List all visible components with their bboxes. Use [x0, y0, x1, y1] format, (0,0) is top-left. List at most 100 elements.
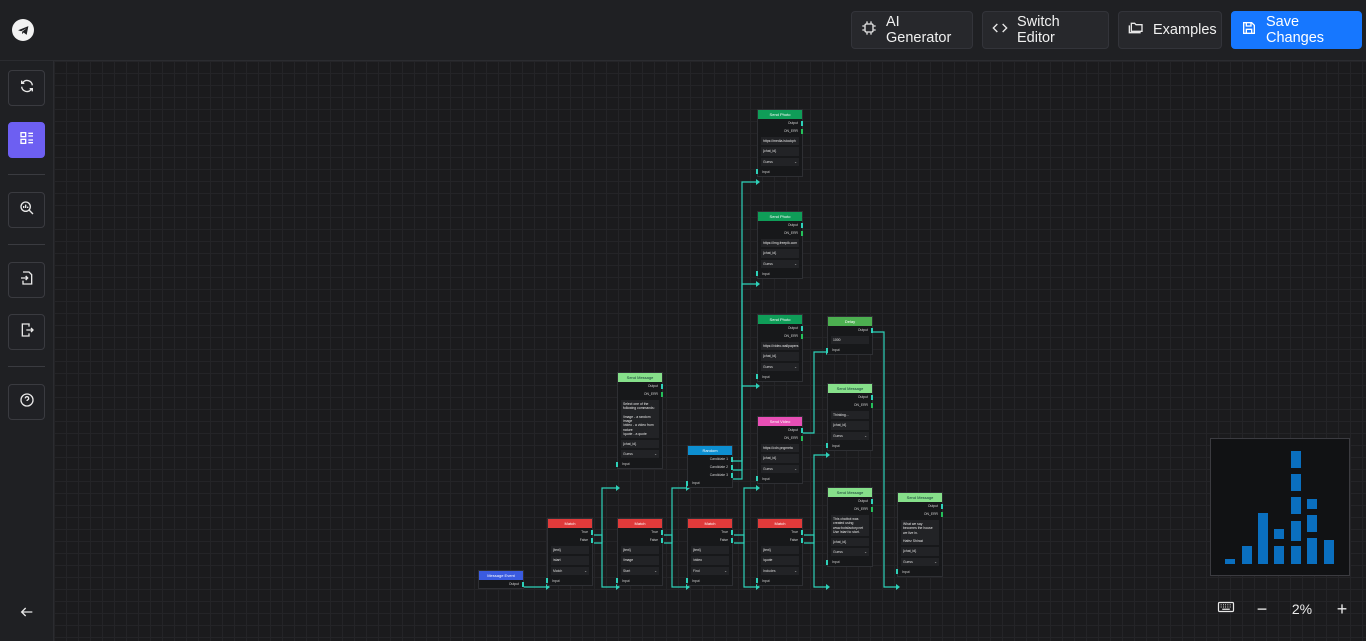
- node-field[interactable]: {chat_id}: [761, 249, 799, 258]
- match-node[interactable]: Match True False {text} /image Start ⌄ In…: [616, 518, 663, 586]
- node-field[interactable]: {chat_id}: [831, 538, 869, 547]
- node-select[interactable]: Guess ⌄: [761, 259, 799, 268]
- search-chart-button[interactable]: [8, 192, 45, 228]
- match-node[interactable]: Match True False {text} /video Find ⌄ Inp…: [686, 518, 733, 586]
- node-field[interactable]: {chat_id}: [901, 547, 939, 556]
- import-button[interactable]: [8, 262, 45, 298]
- node-port: Output: [828, 326, 873, 334]
- node-field[interactable]: {chat_id}: [621, 440, 659, 449]
- zoom-in-button[interactable]: +: [1324, 592, 1360, 626]
- send-message-node[interactable]: Send Message Output ON_ERR Select one of…: [616, 372, 663, 470]
- node-field[interactable]: Thinking...: [831, 411, 869, 420]
- refresh-button[interactable]: [8, 70, 45, 106]
- select-value: Start: [623, 568, 631, 573]
- node-field[interactable]: https://media.istockph: [761, 137, 799, 146]
- node-select[interactable]: Find ⌄: [691, 566, 729, 575]
- node-title: Send Message: [898, 493, 942, 502]
- input-label: Input: [832, 443, 840, 448]
- node-field[interactable]: https://cdn.pngmeta: [761, 444, 799, 453]
- zoom-out-button[interactable]: −: [1244, 592, 1280, 626]
- node-field[interactable]: {chat_id}: [761, 352, 799, 361]
- node-select[interactable]: Guess ⌄: [761, 157, 799, 166]
- node-field[interactable]: This chatbot was created using www.botsf…: [831, 515, 869, 536]
- chevron-down-icon: ⌄: [794, 466, 797, 471]
- node-field[interactable]: {text}: [761, 546, 799, 555]
- node-field[interactable]: /image: [621, 556, 659, 565]
- delay-node[interactable]: Delay Output 1000 Input: [826, 316, 873, 356]
- match-node[interactable]: Match True False {text} /quote Includes ⌄…: [756, 518, 803, 586]
- node-select[interactable]: Guess ⌄: [621, 450, 659, 459]
- save-changes-button[interactable]: Save Changes: [1231, 11, 1362, 49]
- node-port: ON_ERR: [758, 434, 803, 442]
- node-field[interactable]: 1000: [831, 336, 869, 345]
- input-label: Input: [762, 476, 770, 481]
- node-select[interactable]: Match ⌄: [551, 566, 589, 575]
- node-field[interactable]: /quote: [761, 556, 799, 565]
- minimap-node: [1225, 559, 1235, 564]
- match-node[interactable]: Match True False {text} /start Match ⌄ In…: [546, 518, 593, 586]
- back-button[interactable]: [8, 596, 45, 632]
- node-field[interactable]: Select one of the following commands: /i…: [621, 400, 659, 438]
- node-field[interactable]: /video: [691, 556, 729, 565]
- save-changes-label: Save Changes: [1266, 14, 1325, 46]
- help-button[interactable]: [8, 384, 45, 420]
- switch-editor-button[interactable]: Switch Editor: [982, 11, 1109, 49]
- chevron-down-icon: ⌄: [724, 568, 727, 573]
- node-port: Output: [758, 426, 803, 434]
- node-select[interactable]: Guess ⌄: [901, 557, 939, 566]
- node-select[interactable]: Start ⌄: [621, 566, 659, 575]
- node-field[interactable]: What we say becomes the house we live in…: [901, 520, 939, 546]
- port-label: True: [581, 530, 588, 534]
- chevron-down-icon: ⌄: [864, 550, 867, 555]
- node-field[interactable]: {chat_id}: [831, 421, 869, 430]
- node-field[interactable]: {chat_id}: [761, 147, 799, 156]
- node-title: Match: [548, 519, 592, 528]
- export-button[interactable]: [8, 314, 45, 350]
- examples-button[interactable]: Examples: [1118, 11, 1222, 49]
- node-field[interactable]: https://img.freepik.com: [761, 239, 799, 248]
- node-select[interactable]: Guess ⌄: [761, 362, 799, 371]
- send-video-node[interactable]: Send Video Output ON_ERR https://cdn.png…: [756, 416, 803, 484]
- node-port: Output: [479, 580, 524, 588]
- node-select[interactable]: Guess ⌄: [831, 548, 869, 557]
- node-select[interactable]: Guess ⌄: [831, 431, 869, 440]
- send-photo-node[interactable]: Send Photo Output ON_ERR https://media.i…: [756, 109, 803, 177]
- node-field[interactable]: {text}: [551, 546, 589, 555]
- chip-icon: [861, 20, 877, 40]
- node-field[interactable]: {text}: [691, 546, 729, 555]
- minimap-node: [1291, 521, 1301, 541]
- select-value: Guess: [833, 550, 843, 555]
- node-title: Message Event: [479, 571, 523, 580]
- select-value: Guess: [763, 159, 773, 164]
- node-title: Random: [688, 446, 732, 455]
- node-port: ON_ERR: [828, 505, 873, 513]
- port-label: Output: [787, 428, 798, 432]
- node-field[interactable]: /start: [551, 556, 589, 565]
- send-message-node[interactable]: Send Message Output ON_ERR What we say b…: [896, 492, 943, 577]
- node-port: False: [688, 536, 733, 544]
- node-field[interactable]: {text}: [621, 546, 659, 555]
- random-node[interactable]: Random Candidate 1 Candidate 2 Candidate…: [686, 445, 733, 488]
- send-message-node[interactable]: Send Message Output ON_ERR Thinking... {…: [826, 383, 873, 451]
- keyboard-shortcuts-button[interactable]: [1208, 592, 1244, 626]
- minimap[interactable]: [1210, 438, 1350, 576]
- send-message-node[interactable]: Send Message Output ON_ERR This chatbot …: [826, 487, 873, 568]
- node-input: Input: [686, 577, 732, 585]
- layout-button[interactable]: [8, 122, 45, 158]
- send-photo-node[interactable]: Send Photo Output ON_ERR https://img.fre…: [756, 211, 803, 279]
- back-arrow-icon: [19, 604, 35, 625]
- node-field[interactable]: https://video.wallpapers: [761, 342, 799, 351]
- node-select[interactable]: Includes ⌄: [761, 566, 799, 575]
- plus-icon: +: [1336, 598, 1348, 619]
- port-label: False: [789, 538, 798, 542]
- node-title: Send Video: [758, 417, 802, 426]
- node-select[interactable]: Guess ⌄: [761, 464, 799, 473]
- save-icon: [1241, 20, 1257, 40]
- message-event-node[interactable]: Message Event Output: [478, 570, 524, 589]
- flow-canvas[interactable]: Message Event Output Match True False {t…: [54, 61, 1366, 641]
- ai-generator-button[interactable]: AI Generator: [851, 11, 973, 49]
- chevron-down-icon: ⌄: [654, 568, 657, 573]
- port-label: False: [719, 538, 728, 542]
- send-photo-node[interactable]: Send Photo Output ON_ERR https://video.w…: [756, 314, 803, 382]
- node-field[interactable]: {chat_id}: [761, 454, 799, 463]
